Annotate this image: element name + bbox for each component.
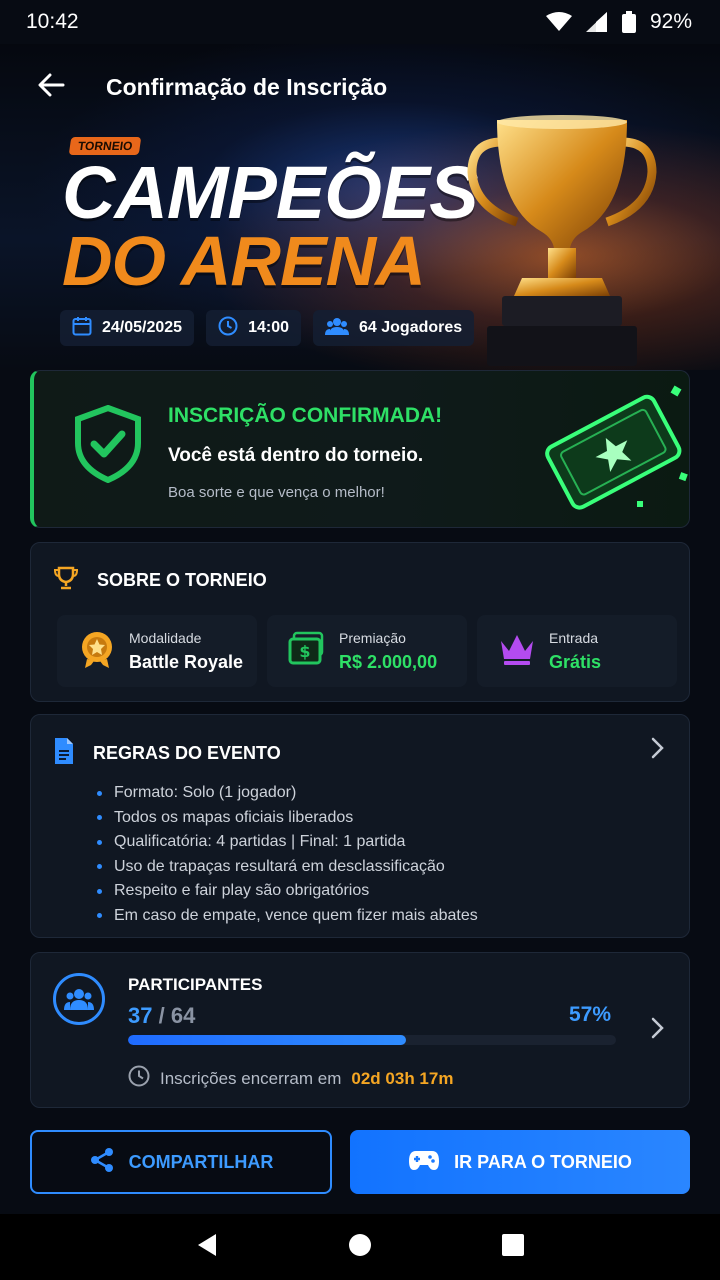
about-value: Battle Royale bbox=[129, 651, 244, 672]
rules-heading: REGRAS DO EVENTO bbox=[93, 743, 281, 763]
ticket-star-icon bbox=[522, 381, 689, 526]
confirmation-note: Boa sorte e que vença o melhor! bbox=[168, 484, 385, 501]
gamepad-icon bbox=[408, 1149, 440, 1176]
rule-item: Formato: Solo (1 jogador) bbox=[97, 781, 478, 806]
go-to-tournament-button[interactable]: IR PARA O TORNEIO bbox=[350, 1130, 690, 1194]
medal-icon bbox=[77, 629, 117, 674]
status-icons: 92% bbox=[545, 10, 692, 34]
clock-icon bbox=[218, 316, 238, 341]
rules-header: REGRAS DO EVENTO bbox=[53, 737, 281, 770]
date-chip: 24/05/2025 bbox=[60, 310, 195, 346]
confirmation-subtitle: Você está dentro do torneio. bbox=[168, 445, 424, 466]
rule-item: Qualificatória: 4 partidas | Final: 1 pa… bbox=[97, 830, 478, 855]
rule-item: Respeito e fair play são obrigatórios bbox=[97, 879, 478, 904]
share-button[interactable]: COMPARTILHAR bbox=[30, 1130, 332, 1194]
share-icon bbox=[89, 1147, 115, 1178]
battery-icon bbox=[621, 11, 636, 33]
participants-heading: PARTICIPANTES bbox=[128, 975, 263, 994]
participants-card[interactable]: PARTICIPANTES 37 / 64 57% Inscrições enc… bbox=[30, 952, 690, 1108]
share-label: COMPARTILHAR bbox=[128, 1151, 274, 1172]
square-recents-icon bbox=[502, 1233, 525, 1261]
closing-text: Inscrições encerram em bbox=[160, 1068, 342, 1088]
event-players: 64 Jogadores bbox=[359, 319, 463, 336]
page-title: Confirmação de Inscrição bbox=[106, 73, 388, 100]
event-time: 14:00 bbox=[248, 319, 289, 336]
rules-list: Formato: Solo (1 jogador) Todos os mapas… bbox=[97, 781, 478, 928]
event-info-chips: 24/05/2025 14:00 64 Jogadores bbox=[60, 310, 475, 346]
shield-check-icon bbox=[74, 404, 142, 488]
time-chip: 14:00 bbox=[206, 310, 301, 346]
rule-item: Uso de trapaças resultará em desclassifi… bbox=[97, 855, 478, 880]
confirmation-title: INSCRIÇÃO CONFIRMADA! bbox=[168, 404, 443, 427]
event-date: 24/05/2025 bbox=[102, 319, 183, 336]
rule-item: Todos os mapas oficiais liberados bbox=[97, 806, 478, 831]
about-label: Premiação bbox=[339, 629, 406, 646]
about-value: Grátis bbox=[549, 651, 602, 672]
participants-percent: 57% bbox=[569, 1003, 612, 1026]
participants-total: 64 bbox=[170, 1003, 196, 1028]
arrow-left-icon bbox=[37, 73, 65, 102]
chevron-right-icon[interactable] bbox=[651, 1017, 665, 1044]
about-header: SOBRE O TORNEIO bbox=[53, 565, 267, 596]
registration-closing: Inscrições encerram em 02d 03h 17m bbox=[128, 1065, 453, 1092]
circle-home-icon bbox=[348, 1233, 372, 1262]
nav-recents-button[interactable] bbox=[493, 1227, 533, 1267]
triangle-back-icon bbox=[196, 1233, 218, 1262]
participants-current: 37 bbox=[128, 1003, 153, 1028]
signal-icon bbox=[585, 12, 608, 32]
group-icon bbox=[53, 973, 105, 1025]
status-time: 10:42 bbox=[26, 10, 79, 33]
calendar-icon bbox=[72, 316, 92, 341]
document-icon bbox=[53, 737, 75, 770]
participants-separator: / bbox=[158, 1003, 165, 1028]
crown-icon bbox=[497, 629, 537, 674]
people-icon bbox=[325, 317, 349, 340]
back-button[interactable] bbox=[36, 72, 66, 102]
participants-progress-fill bbox=[128, 1035, 407, 1045]
about-item-modalidade: Modalidade Battle Royale bbox=[57, 615, 257, 687]
about-value: R$ 2.000,00 bbox=[339, 651, 438, 672]
chevron-right-icon[interactable] bbox=[651, 737, 665, 764]
participants-count: 37 / 64 bbox=[128, 1003, 195, 1029]
trophy-small-icon bbox=[53, 565, 79, 596]
go-label: IR PARA O TORNEIO bbox=[454, 1151, 632, 1172]
clock-icon bbox=[128, 1065, 150, 1092]
system-nav-bar bbox=[0, 1214, 720, 1280]
cash-icon: $ bbox=[287, 629, 327, 674]
battery-percent: 92% bbox=[649, 10, 692, 33]
nav-back-button[interactable] bbox=[187, 1227, 227, 1267]
rule-item: Em caso de empate, vence quem fizer mais… bbox=[97, 904, 478, 929]
about-item-entrada: Entrada Grátis bbox=[477, 615, 677, 687]
about-items: Modalidade Battle Royale $ Premiação R$ … bbox=[57, 615, 677, 687]
svg-text:$: $ bbox=[299, 642, 310, 661]
participants-progress-bar bbox=[128, 1035, 616, 1045]
wifi-icon bbox=[545, 12, 572, 32]
players-chip: 64 Jogadores bbox=[313, 310, 475, 346]
about-item-premiacao: $ Premiação R$ 2.000,00 bbox=[267, 615, 467, 687]
status-bar: 10:42 92% bbox=[0, 0, 720, 44]
about-card: SOBRE O TORNEIO Modalidade Battle Royale… bbox=[30, 542, 690, 702]
confirmation-card: INSCRIÇÃO CONFIRMADA! Você está dentro d… bbox=[30, 370, 690, 528]
rules-card[interactable]: REGRAS DO EVENTO Formato: Solo (1 jogado… bbox=[30, 714, 690, 938]
hero-title-line1: CAMPEÕES bbox=[62, 151, 479, 234]
hero-title-line2: DO ARENA bbox=[62, 222, 426, 300]
about-label: Modalidade bbox=[129, 629, 202, 646]
about-label: Entrada bbox=[549, 629, 599, 646]
nav-home-button[interactable] bbox=[340, 1227, 380, 1267]
trophy-icon bbox=[462, 112, 662, 370]
about-heading: SOBRE O TORNEIO bbox=[97, 570, 267, 590]
closing-countdown: 02d 03h 17m bbox=[351, 1068, 454, 1088]
